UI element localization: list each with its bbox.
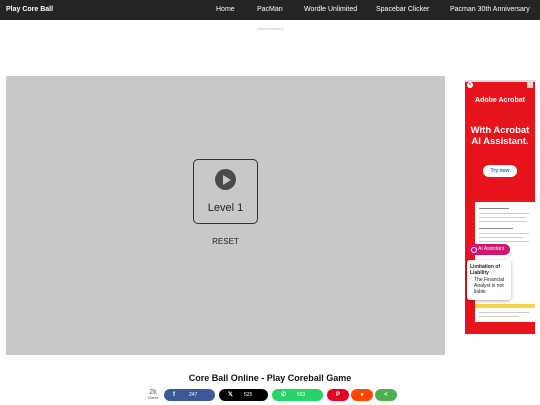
- ad-brand-name: Adobe Acrobat: [475, 97, 525, 104]
- reddit-share-button[interactable]: ●: [351, 389, 373, 401]
- nav-link-home[interactable]: Home: [216, 6, 235, 13]
- facebook-icon: f: [173, 392, 175, 398]
- ad-ai-assistant-badge: AI Assistant: [468, 244, 510, 255]
- share-total: 2k: [149, 389, 157, 396]
- level-label: Level 1: [207, 202, 244, 214]
- share-count: 2k Shares: [146, 389, 160, 400]
- x-share-count: 525: [244, 392, 253, 398]
- top-navigation-bar: Play Core Ball Home PacMan Wordle Unlimi…: [0, 0, 540, 20]
- facebook-share-button[interactable]: f 247: [164, 389, 215, 401]
- pinterest-share-button[interactable]: P: [327, 389, 349, 401]
- facebook-share-count: 247: [189, 392, 198, 398]
- share-total-label: Shares: [147, 396, 159, 400]
- x-icon: 𝕏: [228, 392, 233, 398]
- ad-try-now-button[interactable]: Try now: [483, 165, 517, 177]
- reddit-icon: ●: [360, 392, 364, 398]
- advertisement-label: Advertisement: [257, 26, 283, 31]
- play-circle-icon: [215, 169, 236, 190]
- whatsapp-share-count: 553: [297, 392, 306, 398]
- whatsapp-share-button[interactable]: ✆ 553: [272, 389, 323, 401]
- ad-close-icon[interactable]: ×: [467, 82, 473, 88]
- share-icon: <: [384, 392, 388, 398]
- nav-link-pacman-30th[interactable]: Pacman 30th Anniversary: [450, 6, 530, 13]
- whatsapp-icon: ✆: [281, 392, 287, 398]
- game-canvas[interactable]: Level 1 RESET: [6, 76, 445, 355]
- level-start-button[interactable]: Level 1: [193, 159, 258, 224]
- x-share-button[interactable]: 𝕏 525: [219, 389, 268, 401]
- site-brand-link[interactable]: Play Core Ball: [6, 6, 53, 13]
- nav-link-spacebar-clicker[interactable]: Spacebar Clicker: [376, 6, 429, 13]
- pinterest-icon: P: [335, 392, 340, 398]
- more-share-button[interactable]: <: [375, 389, 397, 401]
- page-title: Core Ball Online - Play Coreball Game: [188, 373, 352, 383]
- side-advertisement[interactable]: × Adobe Acrobat With Acrobat AI Assistan…: [465, 80, 535, 334]
- ad-popup-body: The Financial Analyst is not liable: [474, 277, 505, 295]
- reset-button[interactable]: RESET: [193, 237, 258, 246]
- ad-headline: With Acrobat AI Assistant.: [470, 125, 530, 147]
- ad-top-strip: [465, 80, 535, 82]
- nav-link-wordle-unlimited[interactable]: Wordle Unlimited: [304, 6, 357, 13]
- ad-highlight-bar: [475, 304, 535, 308]
- ad-popup-title: Limitation of Liability: [470, 264, 500, 276]
- nav-link-pacman[interactable]: PacMan: [257, 6, 283, 13]
- ad-info-icon[interactable]: [527, 82, 533, 88]
- ad-popup-card: Limitation of Liability The Financial An…: [467, 260, 511, 300]
